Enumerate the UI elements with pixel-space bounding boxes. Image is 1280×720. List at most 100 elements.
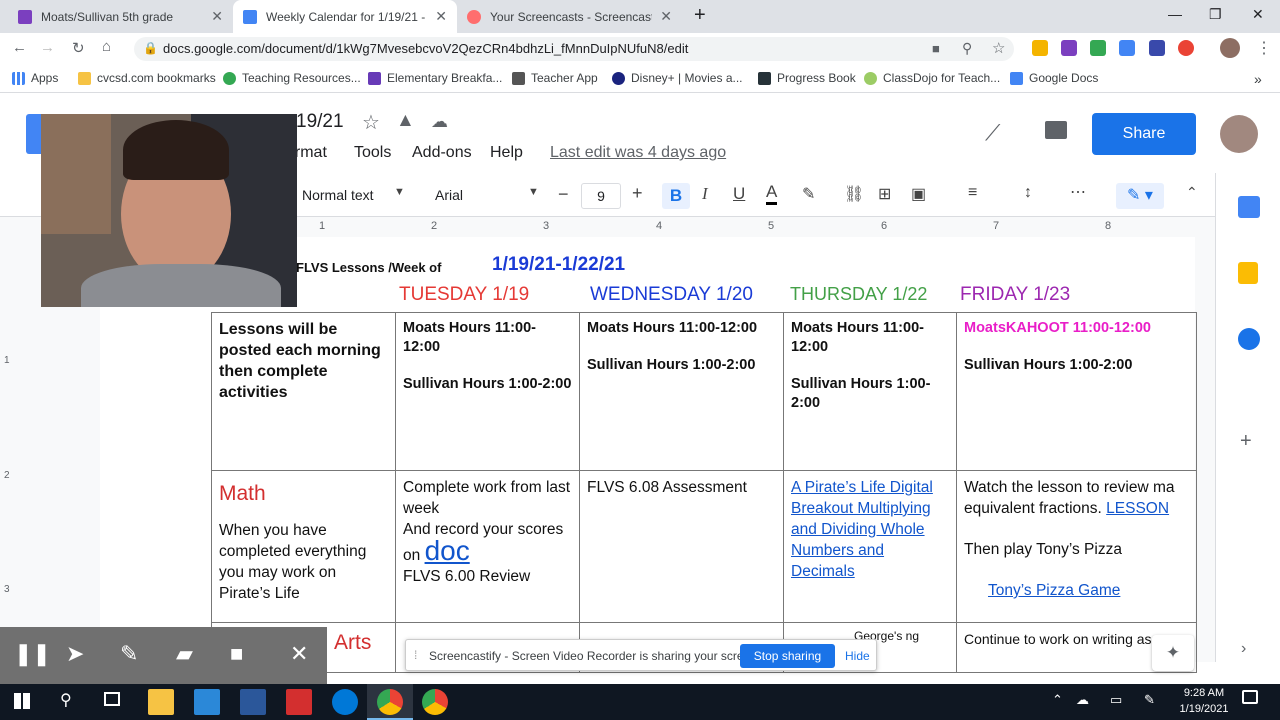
bookmark-progress-book[interactable]: Progress Book [758, 71, 856, 85]
bookmark-apps[interactable]: Apps [12, 71, 58, 85]
bookmark-teaching[interactable]: Teaching Resources... [223, 71, 361, 85]
screencastify-extension-icon[interactable] [1178, 40, 1194, 56]
clock-date[interactable]: 1/19/2021 [1173, 703, 1235, 715]
add-comment-icon[interactable]: ⊞ [878, 184, 891, 204]
webcam-toggle-icon[interactable]: ■ [230, 641, 243, 667]
bookmark-disney[interactable]: Disney+ | Movies a... [612, 71, 743, 85]
line-spacing-icon[interactable]: ↕ [1024, 184, 1032, 202]
cursor-icon[interactable]: ➤ [66, 641, 84, 667]
notifications-icon[interactable] [1242, 690, 1258, 704]
close-tab-icon[interactable]: ✕ [211, 8, 223, 25]
close-tab-icon[interactable]: ✕ [660, 8, 672, 25]
paragraph-style-select[interactable]: Normal text [302, 187, 374, 203]
star-icon[interactable]: ☆ [362, 110, 380, 135]
bookmark-elementary[interactable]: Elementary Breakfa... [368, 71, 502, 85]
search-icon[interactable]: ⚲ [60, 690, 72, 710]
bookmark-star-icon[interactable]: ☆ [992, 39, 1005, 57]
forward-icon[interactable]: → [40, 39, 55, 56]
acrobat-icon[interactable] [286, 689, 312, 715]
activity-trend-icon[interactable]: ⟋ [985, 120, 1000, 146]
translate-icon[interactable] [1119, 40, 1135, 56]
tab-weekly-calendar[interactable]: Weekly Calendar for 1/19/21 - G ✕ [233, 0, 457, 33]
zoom-icon[interactable]: ⚲ [962, 40, 972, 57]
chrome-menu-icon[interactable]: ⋮ [1256, 38, 1272, 58]
explore-icon[interactable]: ✦ [1152, 635, 1194, 671]
add-addon-icon[interactable]: + [1240, 430, 1252, 453]
new-tab-icon[interactable]: + [694, 4, 706, 27]
url-text[interactable]: docs.google.com/document/d/1kWg7Mvesebcv… [163, 41, 688, 56]
table-cell[interactable]: Math When you have completed everything y… [211, 470, 396, 623]
stop-sharing-button[interactable]: Stop sharing [740, 644, 835, 668]
keep-icon[interactable] [1238, 262, 1258, 284]
link-icon[interactable]: ⛓ [844, 184, 864, 204]
doc-link[interactable]: doc [425, 535, 470, 566]
share-button[interactable]: Share [1092, 113, 1196, 155]
network-icon[interactable]: ▭ [1110, 692, 1122, 708]
tray-chevron-icon[interactable]: ⌃ [1052, 692, 1063, 708]
bookmark-folder[interactable]: cvcsd.com bookmarks [78, 71, 216, 85]
windows-start-icon[interactable] [14, 693, 30, 709]
close-icon[interactable]: ✕ [290, 641, 308, 667]
insert-image-icon[interactable]: ▣ [911, 184, 926, 204]
notepad-icon[interactable] [194, 689, 220, 715]
pause-icon[interactable]: ❚❚ [14, 641, 51, 667]
extension-icon[interactable] [1149, 40, 1165, 56]
chevron-down-icon[interactable]: ▼ [528, 186, 539, 198]
increase-font-size-icon[interactable]: + [632, 183, 643, 204]
table-cell[interactable]: Lessons will be posted each morning then… [211, 312, 396, 471]
cloud-status-icon[interactable]: ☁ [431, 112, 448, 132]
pen-workspace-icon[interactable]: ✎ [1144, 692, 1155, 708]
bookmark-teacher-app[interactable]: Teacher App [512, 71, 598, 85]
table-cell[interactable]: Moats Hours 11:00-12:00 Sullivan Hours 1:… [579, 312, 784, 471]
expand-panel-icon[interactable]: › [1241, 640, 1246, 658]
weekly-calendar-table[interactable]: Lessons will be posted each morning then… [211, 312, 1197, 673]
close-tab-icon[interactable]: ✕ [435, 8, 447, 25]
hide-menus-icon[interactable]: ⌃ [1186, 184, 1198, 201]
extension-icon[interactable] [1090, 40, 1106, 56]
word-icon[interactable] [240, 689, 266, 715]
drag-handle-icon[interactable]: ⁞ [414, 648, 417, 662]
reload-icon[interactable]: ↻ [72, 39, 85, 57]
camera-icon[interactable]: ■ [932, 41, 940, 56]
align-icon[interactable]: ≡ [968, 184, 977, 202]
task-view-icon[interactable] [104, 692, 120, 706]
menu-tools[interactable]: Tools [354, 144, 391, 162]
home-icon[interactable]: ⌂ [102, 38, 111, 55]
underline-icon[interactable]: U [733, 184, 745, 204]
bold-icon[interactable]: B [662, 183, 690, 209]
pirates-life-link[interactable]: A Pirate’s Life Digital Breakout Multipl… [791, 477, 949, 582]
table-cell[interactable]: Complete work from last week And record y… [395, 470, 580, 623]
editing-mode-icon[interactable]: ✎ ▾ [1116, 183, 1164, 209]
more-options-icon[interactable]: ⋯ [1070, 182, 1086, 202]
font-select[interactable]: Arial [435, 187, 463, 203]
chevron-down-icon[interactable]: ▼ [394, 186, 405, 198]
last-edit-link[interactable]: Last edit was 4 days ago [550, 144, 726, 162]
chrome-icon[interactable] [377, 689, 403, 715]
menu-add-ons[interactable]: Add-ons [412, 144, 472, 162]
extension-icon[interactable] [1061, 40, 1077, 56]
bookmark-google-docs[interactable]: Google Docs [1010, 71, 1098, 85]
menu-help[interactable]: Help [490, 144, 523, 162]
clock-time[interactable]: 9:28 AM [1180, 687, 1228, 699]
tab-screencastify[interactable]: Your Screencasts - Screencastify ✕ [457, 0, 682, 33]
table-cell[interactable]: Moats Hours 11:00-12:00 Sullivan Hours 1:… [395, 312, 580, 471]
comments-icon[interactable] [1045, 121, 1067, 139]
edge-icon[interactable] [332, 689, 358, 715]
font-size-input[interactable]: 9 [581, 183, 621, 209]
document-title[interactable]: 19/21 [296, 111, 344, 133]
move-icon[interactable]: ▲ [396, 110, 415, 132]
table-cell[interactable]: A Pirate’s Life Digital Breakout Multipl… [783, 470, 957, 623]
text-color-icon[interactable]: A [766, 182, 778, 205]
table-cell[interactable]: FLVS 6.08 Assessment [579, 470, 784, 623]
table-cell[interactable]: Watch the lesson to review ma equivalent… [956, 470, 1197, 623]
extension-icon[interactable] [1032, 40, 1048, 56]
table-cell[interactable]: Moats Hours 11:00-12:00 Sullivan Hours 1:… [783, 312, 957, 471]
table-cell[interactable]: MoatsKAHOOT 11:00-12:00 Sullivan Hours 1:… [956, 312, 1197, 471]
window-close-icon[interactable]: ✕ [1252, 6, 1264, 23]
calendar-icon[interactable] [1238, 196, 1260, 218]
minimize-icon[interactable]: — [1168, 6, 1182, 22]
onedrive-icon[interactable]: ☁ [1076, 692, 1089, 708]
profile-avatar[interactable] [1220, 38, 1240, 58]
italic-icon[interactable]: I [702, 184, 708, 204]
hide-button[interactable]: Hide [845, 649, 870, 663]
